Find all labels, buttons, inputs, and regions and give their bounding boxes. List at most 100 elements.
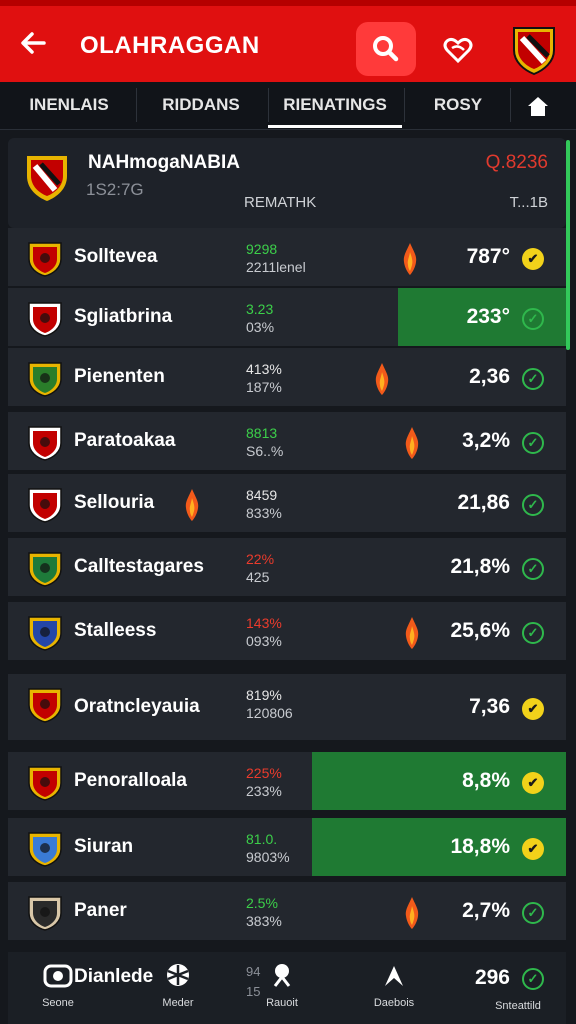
team-stat-secondary: 383%: [246, 913, 282, 929]
nav-home[interactable]: Seone: [36, 962, 80, 1009]
app-title: OLAHRAGGAN: [80, 32, 260, 59]
tab-divider: [136, 88, 137, 122]
tab-3[interactable]: RIENATINGS: [268, 82, 402, 128]
check-icon[interactable]: ✔: [522, 838, 544, 860]
list-item-stat: 94: [246, 964, 261, 979]
team-crest-icon: [26, 486, 64, 524]
team-name: Calltestagares: [74, 556, 204, 577]
flame-icon: [184, 488, 200, 522]
check-icon[interactable]: ✓: [522, 968, 544, 990]
team-row[interactable]: Oratncleyauia 819% 120806 7,36 ✔: [8, 674, 566, 742]
team-stat-primary: 8459: [246, 487, 278, 503]
team-name: Paner: [74, 900, 127, 921]
team-row[interactable]: Sgliatbrina 3.23 03% 233° ✓: [8, 288, 566, 348]
check-icon[interactable]: ✓: [522, 368, 544, 390]
team-value: 7,36: [469, 695, 510, 718]
team-name: Siuran: [74, 836, 134, 857]
runner-icon: [385, 966, 403, 986]
team-row[interactable]: Paratoakaa 8813 S6..% 3,2% ✓: [8, 412, 566, 472]
check-icon[interactable]: ✔: [522, 772, 544, 794]
flame-icon: [374, 362, 390, 396]
heart-icon: [443, 37, 473, 64]
app-header: OLAHRAGGAN: [0, 0, 576, 82]
team-name: Oratncleyauia: [74, 696, 200, 717]
favorite-button[interactable]: [436, 28, 480, 72]
card-score: Q.8236: [485, 152, 548, 173]
team-stat-secondary: 833%: [246, 505, 282, 521]
home-icon[interactable]: [518, 92, 558, 120]
match-summary-card[interactable]: NAHmogaNABIA 1S2:7G Q.8236 REMATHK T...1…: [8, 138, 566, 228]
team-row[interactable]: Solltevea 9298 2211lenel 787° ✔: [8, 228, 566, 288]
team-name: Solltevea: [74, 246, 158, 267]
team-row[interactable]: Sellouria 8459 833% 21,86 ✓: [8, 474, 566, 534]
flame-icon: [402, 242, 418, 276]
team-crest-icon: [26, 424, 64, 462]
team-value: 25,6%: [450, 619, 510, 642]
team-stat-primary: 2.5%: [246, 895, 278, 911]
column-header: REMATHK: [244, 194, 317, 211]
nav-details[interactable]: Daebois: [372, 962, 416, 1009]
team-stat-secondary: 187%: [246, 379, 282, 395]
team-value: 2,36: [469, 365, 510, 388]
team-stat-primary: 225%: [246, 765, 282, 781]
check-icon[interactable]: ✓: [522, 494, 544, 516]
team-stat-primary: 22%: [246, 551, 275, 567]
scrollbar[interactable]: [566, 140, 570, 350]
team-value: 787°: [466, 245, 510, 268]
search-icon: [373, 36, 399, 62]
team-name: Sgliatbrina: [74, 306, 173, 327]
team-value: 21,8%: [450, 555, 510, 578]
team-row[interactable]: Pienenten 413% 187% 2,36 ✓: [8, 348, 566, 408]
team-row[interactable]: Paner 2.5% 383% 2,7% ✓: [8, 882, 566, 942]
flame-icon: [404, 426, 420, 460]
team-row[interactable]: Calltestagares 22% 425 21,8% ✓: [8, 538, 566, 598]
check-icon[interactable]: ✓: [522, 432, 544, 454]
check-icon[interactable]: ✔: [522, 698, 544, 720]
tab-4[interactable]: ROSY: [410, 82, 506, 128]
card-subtitle: 1S2:7G: [86, 180, 144, 199]
tab-2[interactable]: RIDDANS: [146, 82, 256, 128]
check-icon[interactable]: ✓: [522, 558, 544, 580]
nav-results[interactable]: Rauoit: [260, 962, 304, 1009]
tab-bar: INENLAIS RIDDANS RIENATINGS ROSY: [0, 82, 576, 130]
list-item-value: 296: [474, 966, 510, 989]
club-crest-icon[interactable]: [510, 22, 558, 76]
card-title: NAHmogaNABIA: [88, 152, 240, 173]
team-crest-icon: [24, 152, 70, 204]
team-value: 18,8%: [450, 835, 510, 858]
team-name: Penoralloala: [74, 770, 187, 791]
team-stat-secondary: 9803%: [246, 849, 290, 865]
nav-standings[interactable]: Snteattild: [486, 996, 550, 1012]
team-row[interactable]: Penoralloala 225% 233% 8,8% ✔: [8, 752, 566, 812]
check-icon[interactable]: ✓: [522, 622, 544, 644]
team-crest-icon: [26, 830, 64, 868]
ball-icon: [167, 964, 189, 986]
team-crest-icon: [26, 686, 64, 724]
team-crest-icon: [26, 614, 64, 652]
trophy-icon: [273, 964, 291, 987]
search-button[interactable]: [356, 22, 416, 76]
team-crest-icon: [26, 550, 64, 588]
camera-icon: [43, 964, 73, 988]
team-stat-secondary: S6..%: [246, 443, 284, 459]
nav-media[interactable]: Meder: [156, 962, 200, 1009]
team-stat-primary: 9298: [246, 241, 278, 257]
check-icon[interactable]: ✔: [522, 248, 544, 270]
flame-icon: [404, 616, 420, 650]
team-stat-secondary: 233%: [246, 783, 282, 799]
team-row[interactable]: Siuran 81.0. 9803% 18,8% ✔: [8, 818, 566, 878]
team-name: Stalleess: [74, 620, 157, 641]
nav-label: Seone: [42, 997, 74, 1009]
list-item-stat: 15: [246, 984, 261, 999]
team-row[interactable]: Stalleess 143% 093% 25,6% ✓: [8, 602, 566, 662]
check-icon[interactable]: ✓: [522, 308, 544, 330]
team-name: Pienenten: [74, 366, 165, 387]
team-stat-secondary: 093%: [246, 633, 282, 649]
team-stat-primary: 3.23: [246, 301, 274, 317]
team-value: 2,7%: [462, 899, 510, 922]
team-stat-secondary: 03%: [246, 319, 275, 335]
tab-1[interactable]: INENLAIS: [14, 82, 124, 128]
team-value: 21,86: [457, 491, 510, 514]
back-arrow-icon[interactable]: [18, 28, 54, 64]
check-icon[interactable]: ✓: [522, 902, 544, 924]
